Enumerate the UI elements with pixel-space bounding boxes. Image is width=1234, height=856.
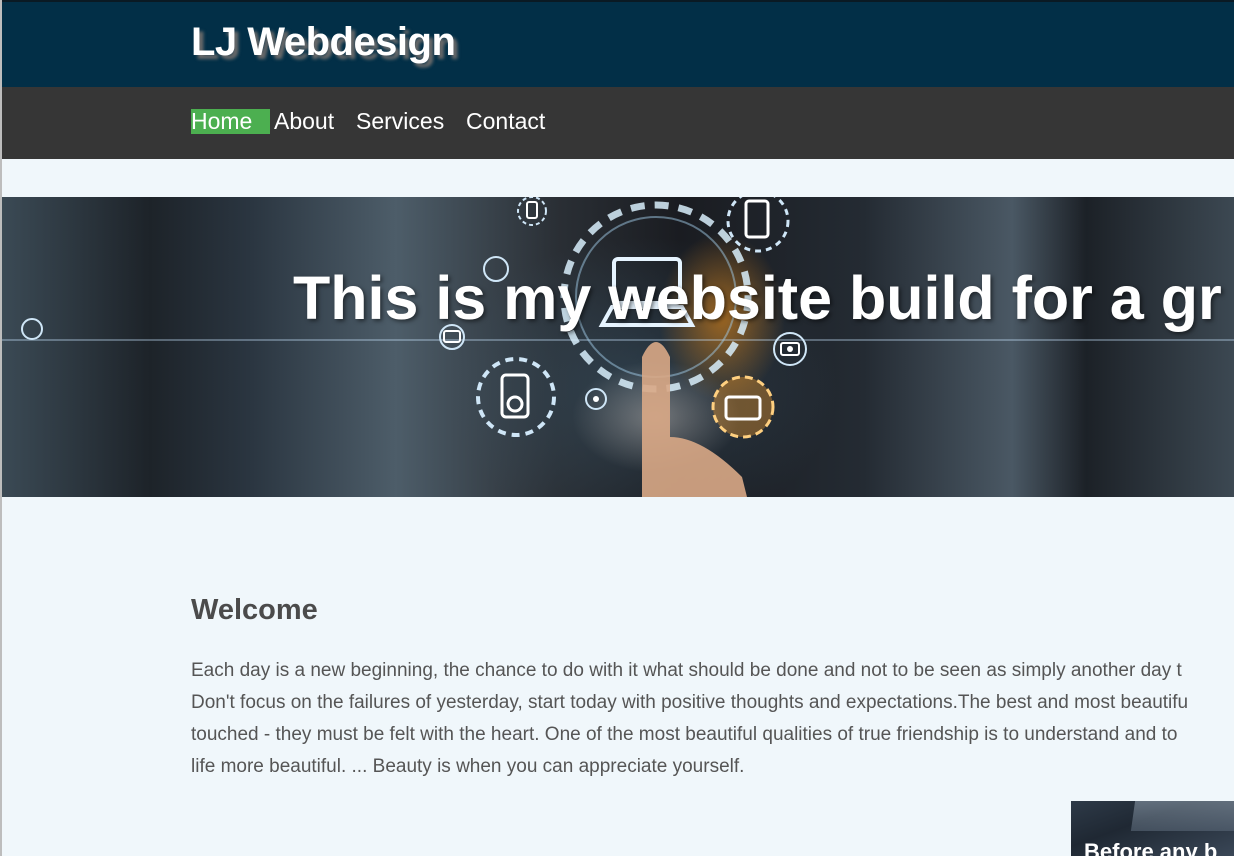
welcome-heading: Welcome [191,594,318,626]
card-image [1130,801,1234,831]
nav-contact-link[interactable]: Contact [466,109,545,134]
nav-home-link[interactable]: Home [191,109,271,134]
nav-services-link[interactable]: Services [356,109,444,134]
feature-card[interactable]: Before any b [1071,801,1234,856]
welcome-paragraph: Each day is a new beginning, the chance … [191,655,1234,783]
main-nav: Home About Services Contact [2,87,1234,159]
hero-image [2,197,1234,497]
welcome-line: life more beautiful. ... Beauty is when … [191,756,745,777]
card-title: Before any b [1084,839,1218,856]
phone-icon [726,197,790,253]
small-phone-icon [517,197,547,226]
small-camera-icon [585,388,607,410]
welcome-line: touched - they must be felt with the hea… [191,724,1178,745]
site-logo[interactable]: LJ Webdesign [191,20,456,65]
tv-icon [711,375,775,439]
welcome-line: Don't focus on the failures of yesterday… [191,692,1189,713]
music-player-icon [476,357,556,437]
window-top-border [0,0,1234,2]
hero-banner: This is my website build for a gr [2,197,1234,497]
site-header: LJ Webdesign [2,0,1234,87]
nav-about-link[interactable]: About [274,109,334,134]
edge-device-icon [21,318,43,340]
camera-icon [773,332,807,366]
hero-title: This is my website build for a gr [293,264,1222,332]
welcome-line: Each day is a new beginning, the chance … [191,660,1182,681]
window-left-border [0,0,2,856]
